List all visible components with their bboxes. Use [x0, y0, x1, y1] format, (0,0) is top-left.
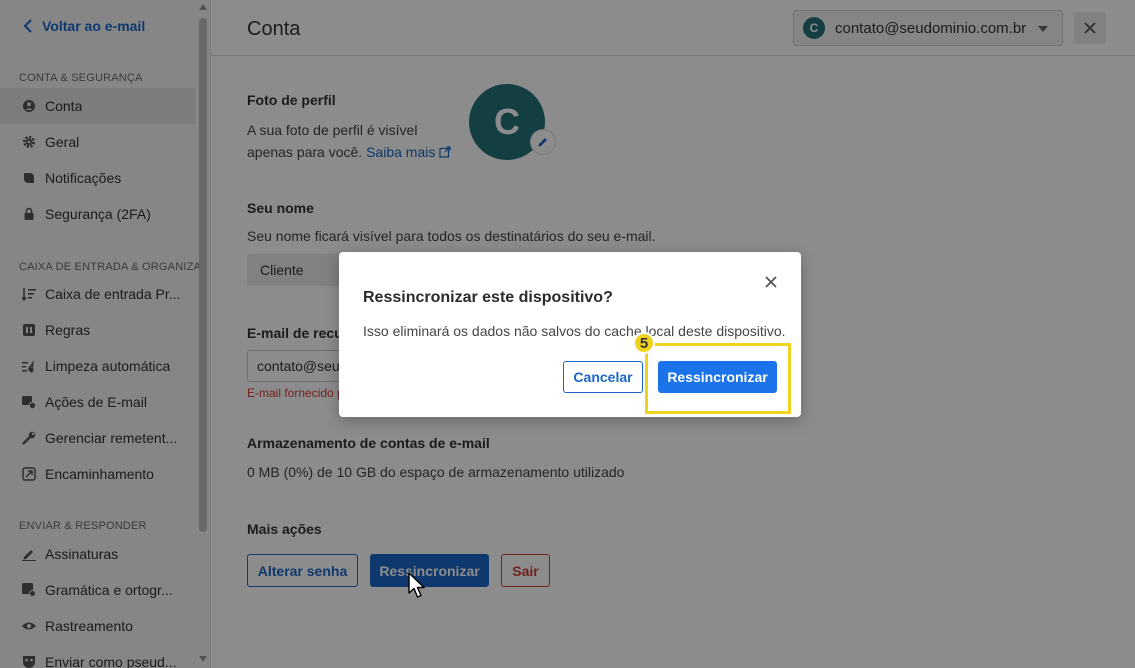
step-badge: 5 [633, 332, 655, 354]
dialog-title: Ressincronizar este dispositivo? [363, 289, 613, 306]
dialog-message: Isso eliminará os dados não salvos do ca… [363, 323, 786, 339]
resync-dialog: Ressincronizar este dispositivo? Isso el… [339, 252, 801, 417]
close-icon [765, 276, 777, 288]
dialog-close-button[interactable] [763, 274, 779, 290]
confirm-resync-button[interactable]: Ressincronizar [658, 361, 777, 393]
cancel-button[interactable]: Cancelar [563, 361, 643, 393]
